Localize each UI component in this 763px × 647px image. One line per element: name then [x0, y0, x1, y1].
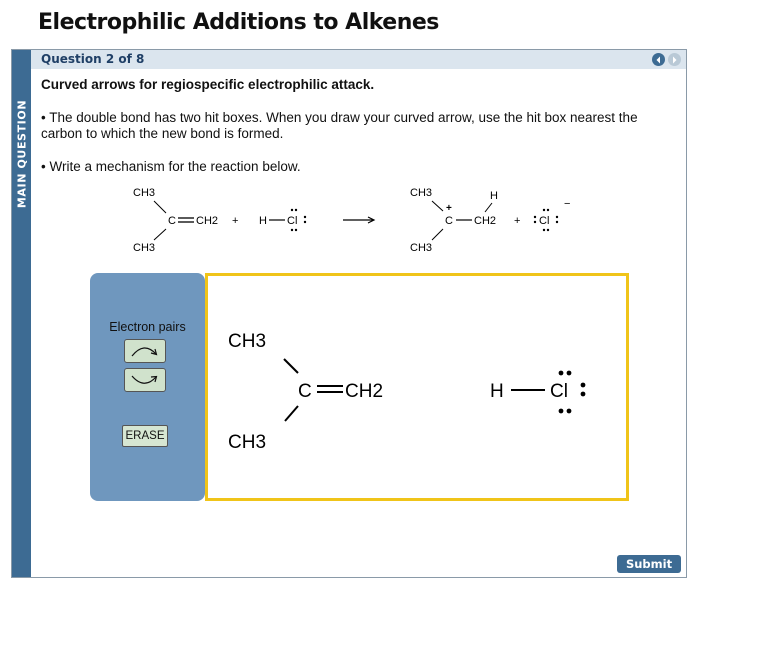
side-tab: MAIN QUESTION: [12, 50, 31, 577]
drawing-canvas[interactable]: CH3 C CH2 CH3 H Cl: [205, 273, 629, 501]
reactant-methyl-bottom: CH3: [133, 242, 155, 254]
product-charge: +: [446, 203, 452, 214]
chevron-left-icon: [656, 56, 660, 63]
plus-sign-2: +: [514, 215, 520, 227]
previous-question-button[interactable]: [652, 53, 665, 66]
instruction-bullet-1: • The double bond has two hit boxes. Whe…: [41, 110, 638, 141]
main-question-panel: MAIN QUESTION Question 2 of 8 Curved arr…: [11, 49, 687, 578]
curved-arrow-clockwise-button[interactable]: [124, 339, 166, 363]
question-header: Question 2 of 8: [31, 50, 686, 69]
electron-pairs-tool-panel: Electron pairs ERASE: [90, 273, 205, 501]
instruction-bullet-2: • Write a mechanism for the reaction bel…: [41, 159, 301, 174]
chloride-charge: −: [564, 198, 570, 210]
curved-arrow-counterclockwise-button[interactable]: [124, 368, 166, 392]
product-ch2: CH2: [474, 215, 496, 227]
hcl-hydrogen: H: [259, 215, 267, 227]
product-methyl-bottom: CH3: [410, 242, 432, 254]
chloride-ion: Cl: [539, 215, 549, 227]
canvas-molecules: CH3 C CH2 CH3 H Cl: [228, 331, 586, 453]
page-title: Electrophilic Additions to Alkenes: [38, 10, 439, 35]
reactant-methyl-top: CH3: [133, 187, 155, 199]
canvas-chlorine[interactable]: Cl: [550, 381, 568, 402]
plus-sign-1: +: [232, 215, 238, 227]
reactant-carbon: C: [168, 215, 176, 227]
lone-pair-bottom[interactable]: [558, 408, 564, 414]
product-methyl-top: CH3: [410, 187, 432, 199]
question-subtitle: Curved arrows for regiospecific electrop…: [41, 77, 375, 92]
next-question-button[interactable]: [668, 53, 681, 66]
lone-pair-right[interactable]: [580, 382, 586, 388]
chevron-right-icon: [673, 56, 677, 63]
erase-button[interactable]: ERASE: [122, 425, 168, 447]
submit-button[interactable]: Submit: [617, 555, 681, 573]
canvas-hydrogen[interactable]: H: [490, 381, 504, 402]
curved-arrow-clockwise-icon: [131, 347, 158, 357]
product-hydrogen: H: [490, 190, 498, 202]
reaction-equation: CH3 C CH2 CH3 + H Cl CH3 + C CH2 H CH3 +…: [133, 187, 570, 254]
product-carbon: C: [445, 215, 453, 227]
curved-arrow-counterclockwise-icon: [131, 375, 158, 384]
canvas-methyl-top[interactable]: CH3: [228, 331, 266, 352]
reactant-ch2: CH2: [196, 215, 218, 227]
question-counter: Question 2 of 8: [41, 52, 145, 66]
canvas-methyl-bottom[interactable]: CH3: [228, 432, 266, 453]
canvas-carbon[interactable]: C: [298, 381, 312, 402]
hcl-chlorine: Cl: [287, 215, 297, 227]
lone-pair-top[interactable]: [558, 370, 564, 376]
canvas-ch2[interactable]: CH2: [345, 381, 383, 402]
tool-panel-title: Electron pairs: [109, 320, 186, 334]
